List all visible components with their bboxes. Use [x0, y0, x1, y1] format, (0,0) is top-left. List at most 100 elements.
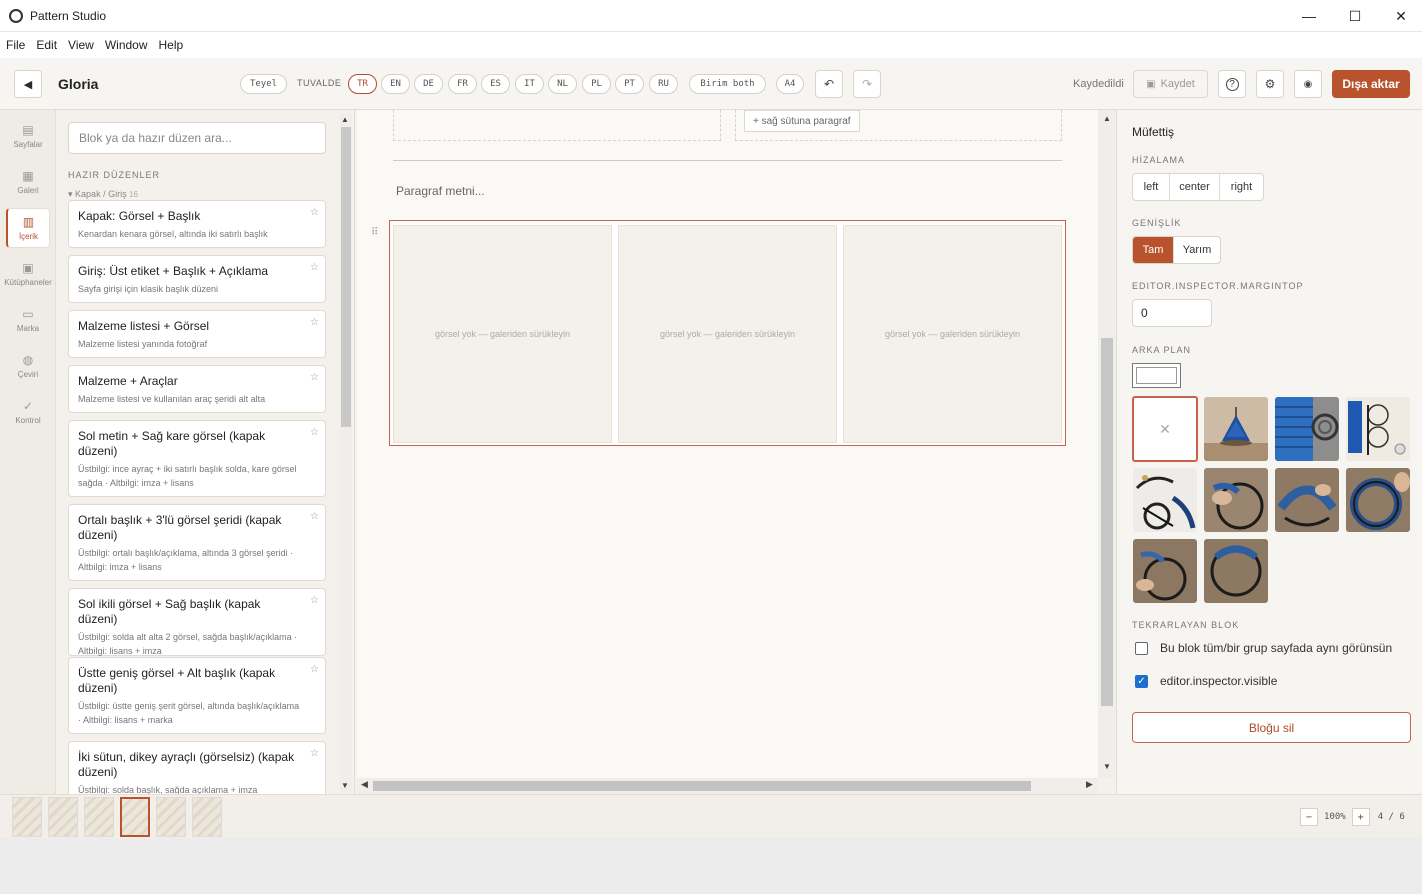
- page-thumbnail[interactable]: [192, 797, 222, 837]
- background-color-swatch[interactable]: [1132, 363, 1181, 388]
- language-en-button[interactable]: EN: [381, 74, 410, 94]
- redo-button[interactable]: ↷: [853, 70, 881, 98]
- rail-item-library[interactable]: ▣ Kütüphaneler: [4, 254, 52, 294]
- star-icon[interactable]: ☆: [310, 207, 319, 218]
- star-icon[interactable]: ☆: [310, 317, 319, 328]
- image-slot[interactable]: görsel yok — galeriden sürükleyin: [618, 225, 837, 443]
- align-center-option[interactable]: center: [1170, 174, 1220, 200]
- visible-row[interactable]: ✓ editor.inspector.visible: [1135, 674, 1277, 688]
- layout-card[interactable]: İki sütun, dikey ayraçlı (görselsiz) (ka…: [68, 741, 326, 794]
- scroll-right-arrow-icon[interactable]: ▶: [1086, 779, 1093, 790]
- layout-search-input[interactable]: Blok ya da hazır düzen ara...: [68, 122, 326, 154]
- page-thumbnail[interactable]: [120, 797, 150, 837]
- star-icon[interactable]: ☆: [310, 372, 319, 383]
- width-full-option[interactable]: Tam: [1133, 237, 1174, 263]
- layout-group-header[interactable]: ▾ Kapak / Giriş 16: [68, 189, 138, 200]
- language-de-button[interactable]: DE: [414, 74, 443, 94]
- no-background-image-option[interactable]: ✕: [1132, 396, 1198, 462]
- menu-edit[interactable]: Edit: [36, 38, 57, 52]
- close-window-button[interactable]: ✕: [1378, 0, 1422, 32]
- scrollbar-thumb[interactable]: [373, 781, 1031, 791]
- align-right-option[interactable]: right: [1220, 174, 1263, 200]
- language-pl-button[interactable]: PL: [582, 74, 611, 94]
- zoom-out-button[interactable]: −: [1300, 808, 1318, 826]
- language-it-button[interactable]: IT: [515, 74, 544, 94]
- preview-button[interactable]: ◉: [1294, 70, 1322, 98]
- image-slot[interactable]: görsel yok — galeriden sürükleyin: [393, 225, 612, 443]
- layout-card[interactable]: Kapak: Görsel + Başlık Kenardan kenara gö…: [68, 200, 326, 248]
- page-thumbnail[interactable]: [156, 797, 186, 837]
- width-half-option[interactable]: Yarım: [1174, 237, 1220, 263]
- gallery-image[interactable]: [1204, 468, 1268, 532]
- align-left-option[interactable]: left: [1133, 174, 1170, 200]
- paragraph-block[interactable]: Paragraf metni...: [396, 184, 485, 198]
- scroll-left-arrow-icon[interactable]: ◀: [361, 779, 368, 790]
- menu-window[interactable]: Window: [105, 38, 148, 52]
- scroll-down-arrow-icon[interactable]: ▼: [341, 781, 349, 790]
- scrollbar-thumb[interactable]: [341, 127, 351, 427]
- visible-checkbox[interactable]: ✓: [1135, 674, 1148, 688]
- layout-card[interactable]: Üstte geniş görsel + Alt başlık (kapak d…: [68, 657, 326, 734]
- left-column-dropzone[interactable]: [393, 110, 721, 141]
- star-icon[interactable]: ☆: [310, 262, 319, 273]
- page-thumbnail[interactable]: [48, 797, 78, 837]
- menu-help[interactable]: Help: [159, 38, 184, 52]
- confirm-button[interactable]: Teyel: [240, 74, 287, 94]
- paper-size-button[interactable]: A4: [776, 74, 804, 94]
- unit-button[interactable]: Birim both: [689, 74, 766, 94]
- rail-item-check[interactable]: ✓ Kontrol: [6, 392, 50, 432]
- star-icon[interactable]: ☆: [310, 748, 319, 759]
- export-button[interactable]: Dışa aktar: [1332, 70, 1410, 98]
- gallery-image[interactable]: [1204, 539, 1268, 603]
- rail-item-gallery[interactable]: ▦ Galeri: [6, 162, 50, 202]
- star-icon[interactable]: ☆: [310, 595, 319, 606]
- gallery-image[interactable]: [1275, 468, 1339, 532]
- add-right-paragraph-button[interactable]: + sağ sütuna paragraf: [744, 110, 860, 132]
- layout-card[interactable]: Malzeme + Araçlar Malzeme listesi ve kull…: [68, 365, 326, 413]
- page-thumbnail[interactable]: [84, 797, 114, 837]
- gallery-image[interactable]: [1346, 397, 1410, 461]
- canvas-horizontal-scrollbar[interactable]: ◀ ▶: [357, 778, 1098, 794]
- menu-file[interactable]: File: [6, 38, 25, 52]
- scroll-up-arrow-icon[interactable]: ▲: [1103, 114, 1111, 123]
- drag-handle-icon[interactable]: ⠿: [371, 227, 378, 238]
- menu-view[interactable]: View: [68, 38, 94, 52]
- rail-item-content[interactable]: ▥ İçerik: [6, 208, 50, 248]
- rail-item-pages[interactable]: ▤ Sayfalar: [6, 116, 50, 156]
- canvas-vertical-scrollbar[interactable]: ▲ ▼: [1098, 110, 1116, 778]
- language-fr-button[interactable]: FR: [448, 74, 477, 94]
- star-icon[interactable]: ☆: [310, 664, 319, 675]
- layout-card[interactable]: Giriş: Üst etiket + Başlık + Açıklama Say…: [68, 255, 326, 303]
- page-thumbnail[interactable]: [12, 797, 42, 837]
- scroll-down-arrow-icon[interactable]: ▼: [1103, 762, 1111, 771]
- layout-card[interactable]: Sol metin + Sağ kare görsel (kapak düzen…: [68, 420, 326, 497]
- gallery-image[interactable]: [1275, 397, 1339, 461]
- back-button[interactable]: ◀: [14, 70, 42, 98]
- save-button[interactable]: ▣ Kaydet: [1133, 70, 1208, 98]
- scroll-up-arrow-icon[interactable]: ▲: [341, 115, 349, 124]
- maximize-button[interactable]: ☐: [1332, 0, 1378, 32]
- rail-item-translate[interactable]: ◍ Çeviri: [6, 346, 50, 386]
- star-icon[interactable]: ☆: [310, 511, 319, 522]
- language-pt-button[interactable]: PT: [615, 74, 644, 94]
- image-slot[interactable]: görsel yok — galeriden sürükleyin: [843, 225, 1062, 443]
- margin-top-input[interactable]: 0: [1132, 299, 1212, 327]
- gallery-image[interactable]: [1346, 468, 1410, 532]
- help-button[interactable]: ?: [1218, 70, 1246, 98]
- minimize-button[interactable]: —: [1286, 0, 1332, 32]
- layouts-scrollbar[interactable]: ▲ ▼: [340, 113, 352, 793]
- layout-card[interactable]: Sol ikili görsel + Sağ başlık (kapak düz…: [68, 588, 326, 656]
- gallery-image[interactable]: [1133, 468, 1197, 532]
- settings-button[interactable]: ⚙: [1256, 70, 1284, 98]
- language-es-button[interactable]: ES: [481, 74, 510, 94]
- layout-card[interactable]: Ortalı başlık + 3'lü görsel şeridi (kapa…: [68, 504, 326, 581]
- gallery-image[interactable]: [1204, 397, 1268, 461]
- undo-button[interactable]: ↶: [815, 70, 843, 98]
- image-strip-block[interactable]: görsel yok — galeriden sürükleyin görsel…: [389, 220, 1066, 446]
- rail-item-brand[interactable]: ▭ Marka: [6, 300, 50, 340]
- repeat-all-pages-row[interactable]: Bu blok tüm/bir grup sayfada aynı görüns…: [1135, 641, 1392, 655]
- language-ru-button[interactable]: RU: [649, 74, 678, 94]
- language-nl-button[interactable]: NL: [548, 74, 577, 94]
- gallery-image[interactable]: [1133, 539, 1197, 603]
- star-icon[interactable]: ☆: [310, 427, 319, 438]
